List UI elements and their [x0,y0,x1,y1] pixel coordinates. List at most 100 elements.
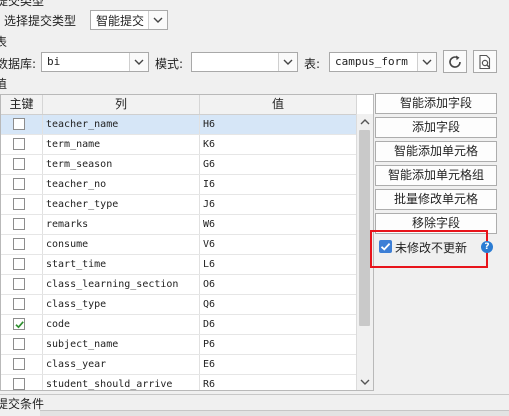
scroll-up-icon[interactable] [360,118,370,126]
table-value: campus_form [335,55,408,68]
value-cell[interactable]: H6 [200,115,357,134]
value-cell[interactable]: Q6 [200,295,357,314]
table-row[interactable]: student_should_arrive R6 [1,375,357,390]
primary-key-cell [1,255,43,274]
primary-key-checkbox[interactable] [13,198,25,210]
value-cell[interactable]: I6 [200,175,357,194]
table-label: 表: [304,57,321,71]
checkmark-icon [15,321,24,329]
primary-key-checkbox[interactable] [13,338,25,350]
primary-key-cell [1,335,43,354]
chevron-down-icon[interactable] [417,53,436,71]
column-name-cell[interactable]: student_should_arrive [43,375,200,390]
column-name-cell[interactable]: class_type [43,295,200,314]
column-header-primary-key[interactable]: 主键 [1,95,43,114]
primary-key-checkbox[interactable] [13,138,25,150]
schema-select[interactable] [191,52,298,72]
smart-add-cell-group-button[interactable]: 智能添加单元格组 [375,165,497,186]
condition-panel [40,410,509,416]
database-value: bi [47,55,61,68]
value-cell[interactable]: O6 [200,275,357,294]
column-name-cell[interactable]: subject_name [43,335,200,354]
smart-add-field-button[interactable]: 智能添加字段 [375,93,497,114]
chevron-down-icon[interactable] [278,53,297,71]
column-header-value[interactable]: 值 [200,95,357,114]
table-row[interactable]: remarks W6 [1,215,357,235]
value-cell[interactable]: L6 [200,255,357,274]
value-cell[interactable]: V6 [200,235,357,254]
no-update-label: 未修改不更新 [395,241,468,255]
table-row[interactable]: teacher_name H6 [1,115,357,135]
value-cell[interactable]: R6 [200,375,357,390]
table-row[interactable]: term_name K6 [1,135,357,155]
primary-key-cell [1,115,43,134]
column-name-cell[interactable]: teacher_name [43,115,200,134]
primary-key-checkbox[interactable] [13,178,25,190]
primary-key-checkbox[interactable] [13,258,25,270]
primary-key-cell [1,195,43,214]
column-name-cell[interactable]: class_learning_section [43,275,200,294]
checkmark-icon [380,242,391,251]
primary-key-cell [1,375,43,390]
primary-key-cell [1,155,43,174]
column-header-column[interactable]: 列 [43,95,200,114]
table-row[interactable]: teacher_type J6 [1,195,357,215]
column-name-cell[interactable]: teacher_type [43,195,200,214]
value-cell[interactable]: D6 [200,315,357,334]
batch-edit-cell-button[interactable]: 批量修改单元格 [375,189,497,210]
column-name-cell[interactable]: start_time [43,255,200,274]
primary-key-checkbox[interactable] [13,278,25,290]
refresh-button[interactable] [443,50,467,73]
refresh-icon [449,55,461,68]
database-select[interactable]: bi [41,52,149,72]
primary-key-checkbox[interactable] [13,118,25,130]
column-name-cell[interactable]: code [43,315,200,334]
value-cell[interactable]: P6 [200,335,357,354]
help-icon[interactable]: ? [481,241,493,253]
table-row[interactable]: start_time L6 [1,255,357,275]
preview-button[interactable] [473,50,497,73]
scroll-down-icon[interactable] [360,378,370,386]
add-field-button[interactable]: 添加字段 [375,117,497,138]
table-row[interactable]: subject_name P6 [1,335,357,355]
section-header-submit-type: 提交类型 [0,0,45,8]
value-cell[interactable]: K6 [200,135,357,154]
primary-key-cell [1,275,43,294]
primary-key-checkbox[interactable] [13,238,25,250]
table-row[interactable]: teacher_no I6 [1,175,357,195]
primary-key-checkbox[interactable] [13,318,25,330]
column-name-cell[interactable]: remarks [43,215,200,234]
smart-add-cell-button[interactable]: 智能添加单元格 [375,141,497,162]
table-row[interactable]: consume V6 [1,235,357,255]
no-update-checkbox[interactable] [379,240,392,253]
value-cell[interactable]: E6 [200,355,357,374]
value-cell[interactable]: W6 [200,215,357,234]
primary-key-cell [1,175,43,194]
value-cell[interactable]: J6 [200,195,357,214]
primary-key-cell [1,295,43,314]
column-name-cell[interactable]: term_season [43,155,200,174]
column-name-cell[interactable]: teacher_no [43,175,200,194]
primary-key-checkbox[interactable] [13,378,25,390]
submit-type-select[interactable]: 智能提交 [90,10,168,30]
table-header: 主键 列 值 [1,95,357,115]
table-row[interactable]: class_year E6 [1,355,357,375]
chevron-down-icon[interactable] [148,11,167,29]
document-search-icon [479,54,491,69]
column-name-cell[interactable]: consume [43,235,200,254]
primary-key-checkbox[interactable] [13,218,25,230]
column-name-cell[interactable]: class_year [43,355,200,374]
table-row[interactable]: class_learning_section O6 [1,275,357,295]
field-table: 主键 列 值 teacher_name H6 term_name K6 term_sea… [0,94,374,391]
column-name-cell[interactable]: term_name [43,135,200,154]
table-row[interactable]: term_season G6 [1,155,357,175]
primary-key-checkbox[interactable] [13,358,25,370]
scrollbar-thumb[interactable] [359,130,370,326]
value-cell[interactable]: G6 [200,155,357,174]
primary-key-checkbox[interactable] [13,158,25,170]
table-row[interactable]: class_type Q6 [1,295,357,315]
table-row[interactable]: code D6 [1,315,357,335]
chevron-down-icon[interactable] [129,53,148,71]
primary-key-checkbox[interactable] [13,298,25,310]
table-select[interactable]: campus_form [329,52,437,72]
